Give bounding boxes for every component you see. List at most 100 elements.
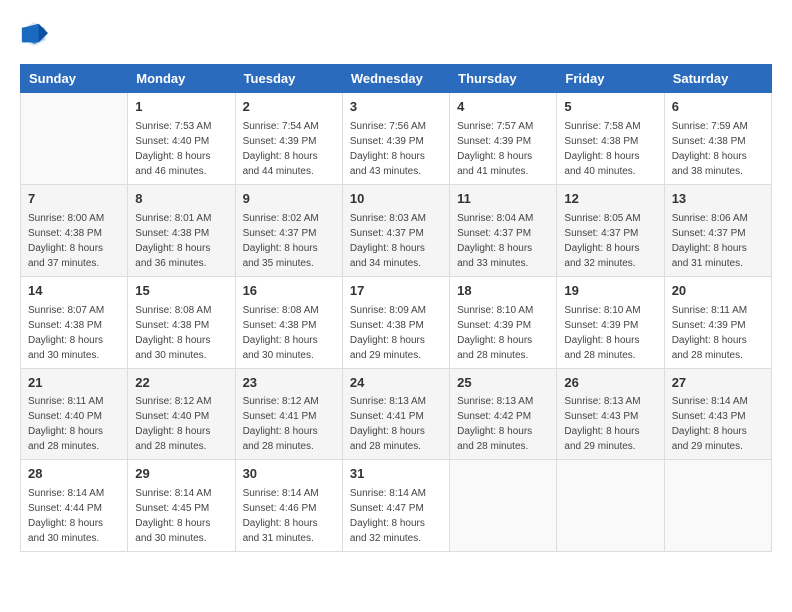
day-info: Sunrise: 7:53 AMSunset: 4:40 PMDaylight:… — [135, 119, 227, 179]
day-number: 29 — [135, 465, 227, 484]
calendar-cell: 4 Sunrise: 7:57 AMSunset: 4:39 PMDaylight… — [450, 93, 557, 185]
day-info: Sunrise: 8:11 AMSunset: 4:40 PMDaylight:… — [28, 394, 120, 454]
day-number: 9 — [243, 190, 335, 209]
day-info: Sunrise: 8:02 AMSunset: 4:37 PMDaylight:… — [243, 211, 335, 271]
day-number: 8 — [135, 190, 227, 209]
day-number: 19 — [564, 282, 656, 301]
calendar-week-row: 1 Sunrise: 7:53 AMSunset: 4:40 PMDaylight… — [21, 93, 772, 185]
day-number: 25 — [457, 374, 549, 393]
calendar-table: SundayMondayTuesdayWednesdayThursdayFrid… — [20, 64, 772, 552]
calendar-cell: 9 Sunrise: 8:02 AMSunset: 4:37 PMDaylight… — [235, 184, 342, 276]
day-info: Sunrise: 8:11 AMSunset: 4:39 PMDaylight:… — [672, 303, 764, 363]
calendar-cell: 7 Sunrise: 8:00 AMSunset: 4:38 PMDaylight… — [21, 184, 128, 276]
calendar-cell: 8 Sunrise: 8:01 AMSunset: 4:38 PMDaylight… — [128, 184, 235, 276]
calendar-week-row: 21Sunrise: 8:11 AMSunset: 4:40 PMDayligh… — [21, 368, 772, 460]
day-number: 15 — [135, 282, 227, 301]
day-info: Sunrise: 8:13 AMSunset: 4:41 PMDaylight:… — [350, 394, 442, 454]
day-number: 16 — [243, 282, 335, 301]
day-info: Sunrise: 8:14 AMSunset: 4:47 PMDaylight:… — [350, 486, 442, 546]
calendar-cell: 19 Sunrise: 8:10 AMSunset: 4:39 PMDayligh… — [557, 276, 664, 368]
day-number: 20 — [672, 282, 764, 301]
day-info: Sunrise: 8:13 AMSunset: 4:42 PMDaylight:… — [457, 394, 549, 454]
weekday-header: Wednesday — [342, 65, 449, 93]
day-info: Sunrise: 8:05 AMSunset: 4:37 PMDaylight:… — [564, 211, 656, 271]
day-info: Sunrise: 8:03 AMSunset: 4:37 PMDaylight:… — [350, 211, 442, 271]
calendar-header-row: SundayMondayTuesdayWednesdayThursdayFrid… — [21, 65, 772, 93]
calendar-cell — [664, 460, 771, 552]
logo — [20, 20, 52, 48]
day-number: 13 — [672, 190, 764, 209]
day-info: Sunrise: 8:06 AMSunset: 4:37 PMDaylight:… — [672, 211, 764, 271]
calendar-cell: 29Sunrise: 8:14 AMSunset: 4:45 PMDayligh… — [128, 460, 235, 552]
day-number: 12 — [564, 190, 656, 209]
calendar-week-row: 7 Sunrise: 8:00 AMSunset: 4:38 PMDaylight… — [21, 184, 772, 276]
day-info: Sunrise: 8:14 AMSunset: 4:43 PMDaylight:… — [672, 394, 764, 454]
day-info: Sunrise: 8:10 AMSunset: 4:39 PMDaylight:… — [457, 303, 549, 363]
calendar-cell: 24Sunrise: 8:13 AMSunset: 4:41 PMDayligh… — [342, 368, 449, 460]
day-number: 5 — [564, 98, 656, 117]
day-number: 3 — [350, 98, 442, 117]
calendar-cell: 15 Sunrise: 8:08 AMSunset: 4:38 PMDayligh… — [128, 276, 235, 368]
day-number: 18 — [457, 282, 549, 301]
day-info: Sunrise: 8:12 AMSunset: 4:40 PMDaylight:… — [135, 394, 227, 454]
day-info: Sunrise: 7:54 AMSunset: 4:39 PMDaylight:… — [243, 119, 335, 179]
day-info: Sunrise: 8:10 AMSunset: 4:39 PMDaylight:… — [564, 303, 656, 363]
calendar-cell — [557, 460, 664, 552]
calendar-cell: 12 Sunrise: 8:05 AMSunset: 4:37 PMDayligh… — [557, 184, 664, 276]
day-info: Sunrise: 8:08 AMSunset: 4:38 PMDaylight:… — [135, 303, 227, 363]
day-number: 23 — [243, 374, 335, 393]
calendar-cell: 3Sunrise: 7:56 AMSunset: 4:39 PMDaylight… — [342, 93, 449, 185]
calendar-cell: 18 Sunrise: 8:10 AMSunset: 4:39 PMDayligh… — [450, 276, 557, 368]
day-number: 4 — [457, 98, 549, 117]
day-number: 6 — [672, 98, 764, 117]
calendar-week-row: 28Sunrise: 8:14 AMSunset: 4:44 PMDayligh… — [21, 460, 772, 552]
calendar-cell: 13 Sunrise: 8:06 AMSunset: 4:37 PMDayligh… — [664, 184, 771, 276]
logo-icon — [20, 20, 48, 48]
weekday-header: Sunday — [21, 65, 128, 93]
day-info: Sunrise: 7:57 AMSunset: 4:39 PMDaylight:… — [457, 119, 549, 179]
calendar-cell: 31Sunrise: 8:14 AMSunset: 4:47 PMDayligh… — [342, 460, 449, 552]
day-number: 1 — [135, 98, 227, 117]
day-number: 26 — [564, 374, 656, 393]
day-number: 21 — [28, 374, 120, 393]
day-info: Sunrise: 8:12 AMSunset: 4:41 PMDaylight:… — [243, 394, 335, 454]
day-number: 2 — [243, 98, 335, 117]
calendar-cell: 17Sunrise: 8:09 AMSunset: 4:38 PMDayligh… — [342, 276, 449, 368]
day-info: Sunrise: 8:01 AMSunset: 4:38 PMDaylight:… — [135, 211, 227, 271]
calendar-cell: 27Sunrise: 8:14 AMSunset: 4:43 PMDayligh… — [664, 368, 771, 460]
day-info: Sunrise: 7:59 AMSunset: 4:38 PMDaylight:… — [672, 119, 764, 179]
day-info: Sunrise: 8:00 AMSunset: 4:38 PMDaylight:… — [28, 211, 120, 271]
weekday-header: Thursday — [450, 65, 557, 93]
day-number: 14 — [28, 282, 120, 301]
day-info: Sunrise: 8:07 AMSunset: 4:38 PMDaylight:… — [28, 303, 120, 363]
day-number: 22 — [135, 374, 227, 393]
day-info: Sunrise: 8:14 AMSunset: 4:44 PMDaylight:… — [28, 486, 120, 546]
calendar-cell: 30Sunrise: 8:14 AMSunset: 4:46 PMDayligh… — [235, 460, 342, 552]
day-info: Sunrise: 8:09 AMSunset: 4:38 PMDaylight:… — [350, 303, 442, 363]
calendar-cell: 23Sunrise: 8:12 AMSunset: 4:41 PMDayligh… — [235, 368, 342, 460]
calendar-cell: 11Sunrise: 8:04 AMSunset: 4:37 PMDayligh… — [450, 184, 557, 276]
day-info: Sunrise: 7:58 AMSunset: 4:38 PMDaylight:… — [564, 119, 656, 179]
day-info: Sunrise: 8:13 AMSunset: 4:43 PMDaylight:… — [564, 394, 656, 454]
calendar-cell: 10 Sunrise: 8:03 AMSunset: 4:37 PMDayligh… — [342, 184, 449, 276]
day-number: 27 — [672, 374, 764, 393]
day-info: Sunrise: 8:08 AMSunset: 4:38 PMDaylight:… — [243, 303, 335, 363]
calendar-cell: 25Sunrise: 8:13 AMSunset: 4:42 PMDayligh… — [450, 368, 557, 460]
calendar-cell: 1 Sunrise: 7:53 AMSunset: 4:40 PMDaylight… — [128, 93, 235, 185]
calendar-cell: 16 Sunrise: 8:08 AMSunset: 4:38 PMDayligh… — [235, 276, 342, 368]
calendar-cell: 28Sunrise: 8:14 AMSunset: 4:44 PMDayligh… — [21, 460, 128, 552]
calendar-cell: 5 Sunrise: 7:58 AMSunset: 4:38 PMDaylight… — [557, 93, 664, 185]
weekday-header: Friday — [557, 65, 664, 93]
calendar-cell: 6 Sunrise: 7:59 AMSunset: 4:38 PMDaylight… — [664, 93, 771, 185]
calendar-cell — [21, 93, 128, 185]
calendar-week-row: 14 Sunrise: 8:07 AMSunset: 4:38 PMDayligh… — [21, 276, 772, 368]
weekday-header: Monday — [128, 65, 235, 93]
day-number: 30 — [243, 465, 335, 484]
day-info: Sunrise: 8:04 AMSunset: 4:37 PMDaylight:… — [457, 211, 549, 271]
calendar-cell: 21Sunrise: 8:11 AMSunset: 4:40 PMDayligh… — [21, 368, 128, 460]
day-number: 7 — [28, 190, 120, 209]
weekday-header: Tuesday — [235, 65, 342, 93]
calendar-cell: 2 Sunrise: 7:54 AMSunset: 4:39 PMDaylight… — [235, 93, 342, 185]
day-number: 10 — [350, 190, 442, 209]
weekday-header: Saturday — [664, 65, 771, 93]
